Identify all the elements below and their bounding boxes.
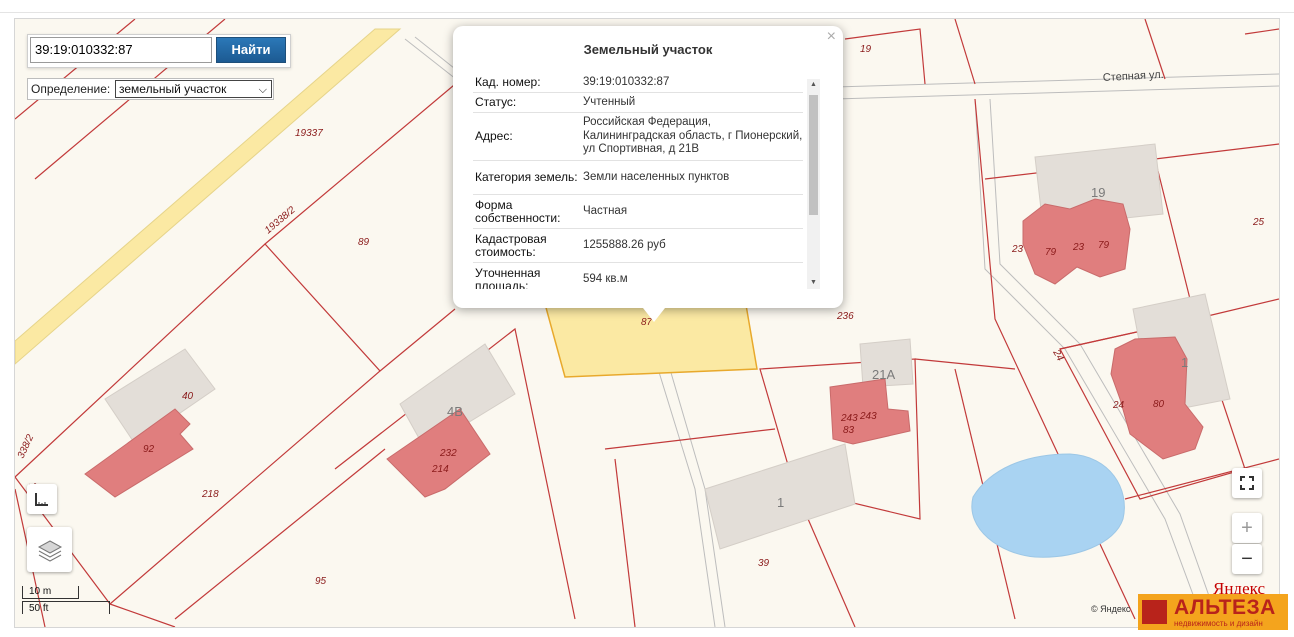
svg-text:19337: 19337 bbox=[295, 128, 323, 139]
watermark-name: АЛЬТЕЗА bbox=[1174, 596, 1276, 619]
svg-text:338/2: 338/2 bbox=[16, 433, 37, 461]
ruler-button[interactable] bbox=[27, 484, 57, 514]
info-row: Кад. номер: 39:19:010332:87 bbox=[473, 73, 803, 93]
parcel-info-popup: × Земельный участок Кад. номер: 39:19:01… bbox=[453, 26, 843, 308]
search-panel: 39:19:010332:87 Найти bbox=[27, 34, 291, 68]
svg-text:83: 83 bbox=[843, 425, 855, 436]
svg-text:236: 236 bbox=[836, 311, 854, 322]
svg-text:24: 24 bbox=[1050, 347, 1066, 363]
svg-text:92: 92 bbox=[143, 444, 155, 455]
svg-text:Степная ул.: Степная ул. bbox=[1103, 69, 1164, 84]
map-copyright[interactable]: © Яндекс bbox=[1091, 604, 1130, 614]
cadastral-search-input[interactable]: 39:19:010332:87 bbox=[30, 37, 212, 63]
svg-text:25: 25 bbox=[1252, 217, 1265, 228]
popup-pointer bbox=[643, 308, 665, 322]
ruler-icon bbox=[35, 493, 48, 506]
info-value: 39:19:010332:87 bbox=[583, 75, 670, 88]
definition-panel: Определение: земельный участок ⌵ bbox=[27, 78, 274, 100]
layers-icon bbox=[37, 539, 62, 562]
svg-text:89: 89 bbox=[358, 237, 370, 248]
info-value: Земли населенных пунктов bbox=[583, 170, 730, 183]
info-row: Уточненная площадь: 594 кв.м bbox=[473, 263, 803, 289]
minus-icon: − bbox=[1241, 547, 1253, 570]
scale-bar: 10 m 50 ft bbox=[22, 584, 110, 616]
info-key: Уточненная площадь: bbox=[475, 265, 541, 289]
parcel-info-table: Кад. номер: 39:19:010332:87 Статус: Учте… bbox=[473, 73, 803, 289]
svg-text:232: 232 bbox=[439, 448, 457, 459]
scale-metric-label: 10 m bbox=[29, 586, 52, 597]
info-value: Учтенный bbox=[583, 95, 636, 108]
info-row: Статус: Учтенный bbox=[473, 93, 803, 113]
zoom-in-button[interactable]: + bbox=[1232, 513, 1262, 543]
definition-select[interactable]: земельный участок ⌵ bbox=[115, 80, 272, 98]
svg-text:218: 218 bbox=[201, 489, 219, 500]
definition-selected-value: земельный участок bbox=[119, 82, 227, 96]
info-row: Адрес: Российская Федерация, Калининград… bbox=[473, 113, 803, 161]
chevron-down-icon: ⌵ bbox=[258, 84, 267, 96]
svg-text:21A: 21A bbox=[872, 367, 895, 382]
info-key: Кад. номер: bbox=[475, 75, 541, 89]
plus-icon: + bbox=[1241, 516, 1253, 539]
info-row: Категория земель: Земли населенных пункт… bbox=[473, 161, 803, 195]
scroll-down-arrow-icon[interactable]: ▼ bbox=[807, 277, 820, 289]
zoom-out-button[interactable]: − bbox=[1232, 544, 1262, 574]
fullscreen-button[interactable] bbox=[1232, 468, 1262, 498]
find-button[interactable]: Найти bbox=[216, 37, 286, 63]
svg-text:40: 40 bbox=[182, 391, 194, 402]
svg-text:23: 23 bbox=[1072, 242, 1085, 253]
svg-text:23: 23 bbox=[1011, 244, 1024, 255]
scroll-thumb[interactable] bbox=[809, 95, 818, 215]
svg-text:80: 80 bbox=[1153, 399, 1165, 410]
info-row: Форма собственности: Частная bbox=[473, 195, 803, 229]
info-value: Частная bbox=[583, 204, 628, 217]
info-key: Форма собственности: bbox=[475, 197, 561, 225]
info-value: Российская Федерация, Калининградская об… bbox=[583, 116, 803, 156]
scroll-up-arrow-icon[interactable]: ▲ bbox=[807, 79, 820, 91]
svg-text:79: 79 bbox=[1098, 240, 1110, 251]
svg-text:4B: 4B bbox=[447, 404, 463, 419]
scale-imperial-label: 50 ft bbox=[29, 603, 49, 614]
info-key: Адрес: bbox=[475, 129, 513, 143]
svg-text:214: 214 bbox=[431, 464, 449, 475]
scale-imperial: 50 ft bbox=[22, 601, 110, 614]
altesa-watermark: АЛЬТЕЗА недвижимость и дизайн bbox=[1138, 594, 1288, 630]
info-value: 594 кв.м bbox=[583, 272, 628, 285]
map-container[interactable]: 19337 19 338/2 89 218 95 40 92 232 214 23… bbox=[14, 18, 1280, 628]
altesa-logo-icon bbox=[1142, 600, 1167, 624]
top-strip bbox=[0, 0, 1294, 13]
svg-text:39: 39 bbox=[758, 558, 770, 569]
layers-button[interactable] bbox=[27, 527, 72, 572]
svg-text:243: 243 bbox=[840, 413, 858, 424]
watermark-tagline: недвижимость и дизайн bbox=[1174, 619, 1263, 628]
definition-label: Определение: bbox=[31, 82, 111, 96]
info-key: Категория земель: bbox=[475, 170, 578, 184]
scale-metric: 10 m bbox=[22, 586, 79, 599]
svg-text:19: 19 bbox=[1091, 185, 1105, 200]
info-key: Статус: bbox=[475, 95, 517, 109]
svg-text:79: 79 bbox=[1045, 247, 1057, 258]
svg-text:1: 1 bbox=[777, 495, 784, 510]
svg-text:19: 19 bbox=[860, 44, 872, 55]
popup-scrollbar[interactable]: ▲ ▼ bbox=[807, 79, 820, 289]
info-key: Кадастровая стоимость: bbox=[475, 231, 547, 259]
info-row: Кадастровая стоимость: 1255888.26 руб bbox=[473, 229, 803, 263]
svg-text:1: 1 bbox=[1181, 355, 1188, 370]
svg-text:95: 95 bbox=[315, 576, 327, 587]
popup-title: Земельный участок bbox=[583, 42, 713, 57]
fullscreen-icon bbox=[1240, 476, 1254, 490]
svg-text:243: 243 bbox=[859, 411, 877, 422]
info-value: 1255888.26 руб bbox=[583, 238, 666, 251]
svg-text:24: 24 bbox=[1112, 400, 1125, 411]
